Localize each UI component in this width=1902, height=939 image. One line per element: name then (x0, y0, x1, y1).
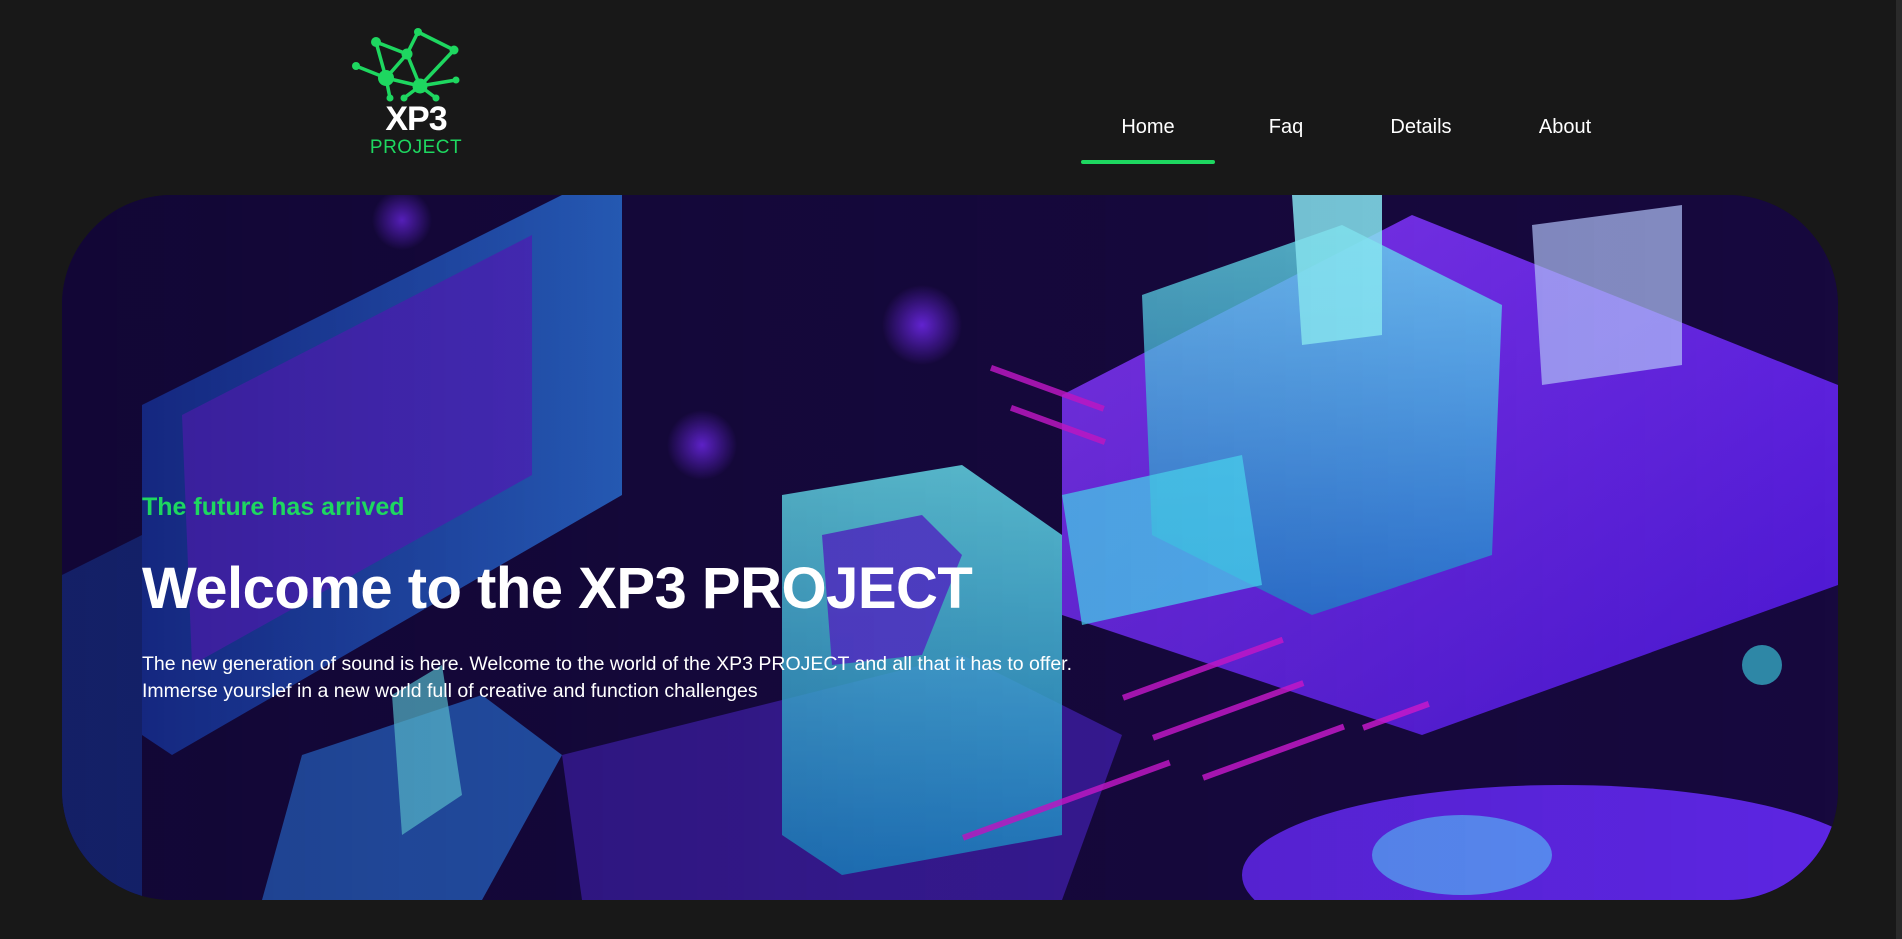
network-nodes-icon (352, 28, 460, 102)
logo-subtitle: PROJECT (369, 137, 463, 158)
hero-description: The new generation of sound is here. Wel… (142, 651, 1142, 705)
nav-item-home[interactable]: Home (1081, 108, 1215, 164)
nav-item-faq[interactable]: Faq (1246, 108, 1326, 164)
site-header: XP3 PROJECT Home Faq Details About (0, 0, 1902, 190)
nav-item-details[interactable]: Details (1361, 108, 1481, 164)
hero-tagline: The future has arrived (142, 493, 405, 521)
hero-overlay (62, 195, 1838, 900)
hero-title: Welcome to the XP3 PROJECT (142, 556, 973, 621)
logo[interactable]: XP3 PROJECT (352, 28, 482, 160)
hero-banner: The future has arrived Welcome to the XP… (62, 195, 1838, 900)
page-scrollbar[interactable] (1896, 0, 1902, 939)
logo-title: XP3 (385, 100, 447, 138)
nav-item-about[interactable]: About (1505, 108, 1625, 164)
hero-description-line: The new generation of sound is here. Wel… (142, 653, 1073, 675)
hero-description-line: Immerse yourslef in a new world full of … (142, 680, 758, 702)
